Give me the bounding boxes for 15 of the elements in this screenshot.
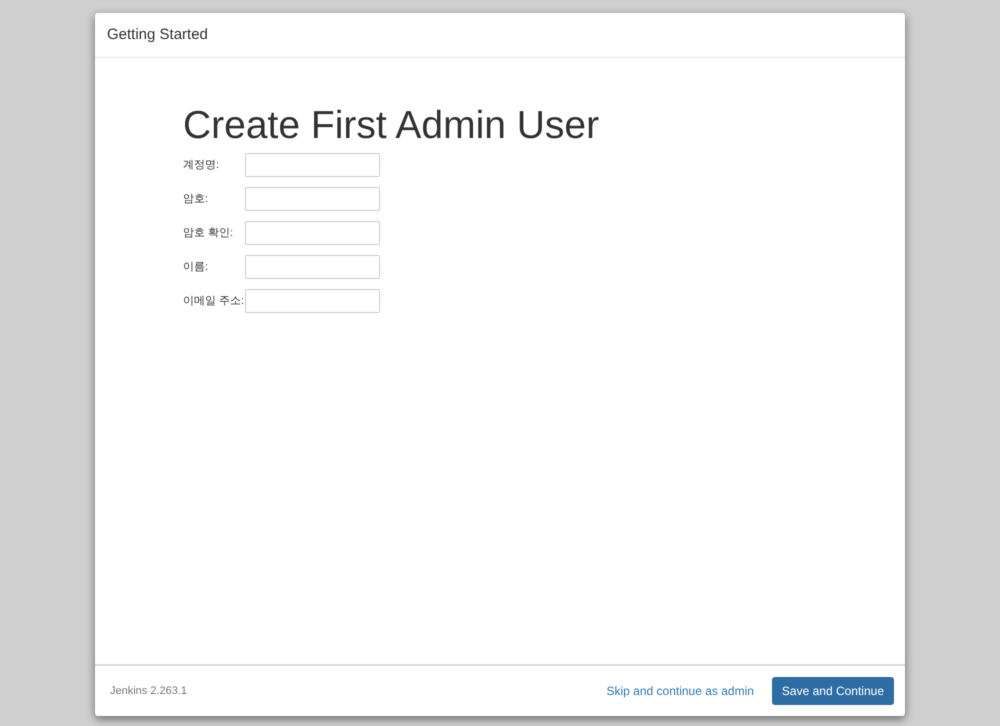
input-field[interactable]	[245, 153, 380, 177]
version-text: Jenkins 2.263.1	[110, 684, 188, 699]
input-field[interactable]	[245, 255, 380, 279]
skip-link[interactable]: Skip and continue as admin	[606, 682, 754, 700]
field-label: 이름:	[183, 260, 210, 275]
field-label: 계정명:	[183, 158, 220, 173]
field-label: 암호:	[183, 192, 210, 207]
input-field[interactable]	[245, 289, 380, 313]
page-heading: Create First Admin User	[183, 103, 600, 149]
save-button[interactable]: Save and Continue	[772, 677, 894, 705]
dialog-title: Getting Started	[107, 24, 208, 45]
field-label: 이메일 주소:	[183, 294, 245, 309]
input-field[interactable]	[245, 221, 380, 245]
field-label: 암호 확인:	[183, 226, 234, 241]
input-field[interactable]	[245, 187, 380, 211]
